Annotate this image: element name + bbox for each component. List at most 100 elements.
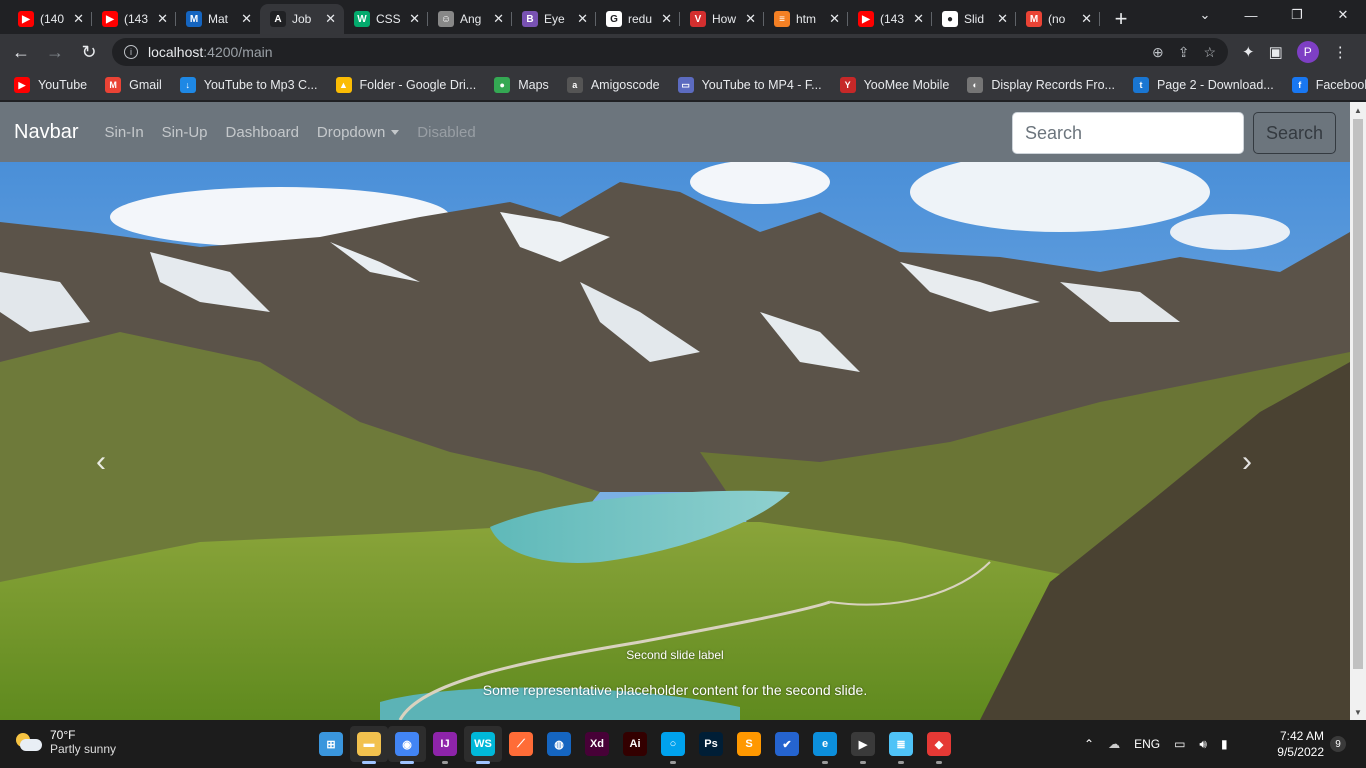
- taskbar-app[interactable]: ≣: [882, 726, 920, 764]
- bookmark-star-icon[interactable]: ☆: [1203, 44, 1216, 61]
- nav-link-sign-up[interactable]: Sin-Up: [162, 124, 208, 141]
- taskbar-app[interactable]: e: [806, 726, 844, 764]
- taskbar-app[interactable]: Ai: [616, 726, 654, 762]
- carousel-prev-button[interactable]: ‹: [86, 442, 116, 482]
- back-button[interactable]: ←: [4, 35, 38, 69]
- taskbar-app[interactable]: ✔: [768, 726, 806, 762]
- forward-button[interactable]: →: [38, 35, 72, 69]
- browser-tab[interactable]: Gredu ✕: [596, 4, 680, 34]
- nav-link-sign-in[interactable]: Sin-In: [104, 124, 143, 141]
- nav-link-dashboard[interactable]: Dashboard: [226, 124, 299, 141]
- language-indicator[interactable]: ENG: [1134, 737, 1160, 751]
- page-scrollbar[interactable]: ▲ ▼: [1350, 102, 1366, 720]
- adobe-xd-icon: Xd: [585, 732, 609, 756]
- close-tab-icon[interactable]: ✕: [493, 11, 504, 27]
- taskbar-app[interactable]: ◍: [540, 726, 578, 762]
- side-panel-icon[interactable]: ▣: [1269, 43, 1283, 61]
- close-tab-icon[interactable]: ✕: [661, 11, 672, 27]
- close-tab-icon[interactable]: ✕: [325, 11, 336, 27]
- profile-avatar[interactable]: P: [1296, 41, 1319, 63]
- close-tab-icon[interactable]: ✕: [409, 11, 420, 27]
- network-icon[interactable]: ▭: [1174, 737, 1185, 751]
- taskbar-app[interactable]: ⊞: [312, 726, 350, 762]
- browser-tab[interactable]: ≡ htm ✕: [764, 4, 848, 34]
- browser-tab[interactable]: B Eye ✕: [512, 4, 596, 34]
- app-icon: ◍: [547, 732, 571, 756]
- bookmark-item[interactable]: ▶ YouTube: [14, 77, 87, 93]
- taskbar-app[interactable]: S: [730, 726, 768, 762]
- browser-tab[interactable]: ● Slid ✕: [932, 4, 1016, 34]
- browser-tab[interactable]: ▶ (143 ✕: [848, 4, 932, 34]
- bookmark-item[interactable]: M Gmail: [105, 77, 162, 93]
- bookmark-item[interactable]: Y YooMee Mobile: [839, 77, 949, 93]
- chevron-up-icon[interactable]: ⌃: [1084, 737, 1094, 751]
- bookmark-item[interactable]: ◐ Display Records Fro...: [967, 77, 1115, 93]
- onedrive-icon[interactable]: ☁: [1108, 737, 1120, 751]
- browser-tab[interactable]: W CSS ✕: [344, 4, 428, 34]
- taskbar-app[interactable]: ◆: [920, 726, 958, 764]
- search-input[interactable]: [1012, 112, 1244, 154]
- bookmark-item[interactable]: ▲ Folder - Google Dri...: [335, 77, 476, 93]
- bookmark-item[interactable]: ▭ YouTube to MP4 - F...: [677, 77, 822, 93]
- url-host: localhost: [148, 44, 204, 60]
- site-info-icon[interactable]: i: [124, 45, 138, 59]
- battery-icon[interactable]: ▮: [1221, 737, 1228, 751]
- close-tab-icon[interactable]: ✕: [241, 11, 252, 27]
- taskbar-app[interactable]: ○: [654, 726, 692, 764]
- scroll-thumb[interactable]: [1353, 119, 1363, 669]
- restore-button[interactable]: ❐: [1274, 0, 1320, 30]
- browser-tab[interactable]: M (no ✕: [1016, 4, 1100, 34]
- share-icon[interactable]: ⇪: [1178, 44, 1190, 61]
- todo-icon: ✔: [775, 732, 799, 756]
- extensions-icon[interactable]: ✦: [1242, 43, 1255, 61]
- menu-icon[interactable]: ⋮: [1333, 43, 1348, 61]
- close-tab-icon[interactable]: ✕: [829, 11, 840, 27]
- bookmark-item[interactable]: t Page 2 - Download...: [1132, 77, 1274, 93]
- new-tab-button[interactable]: +: [1106, 4, 1136, 34]
- close-tab-icon[interactable]: ✕: [157, 11, 168, 27]
- carousel-next-button[interactable]: ›: [1232, 442, 1262, 482]
- close-tab-icon[interactable]: ✕: [73, 11, 84, 27]
- taskbar-app[interactable]: Ps: [692, 726, 730, 762]
- close-tab-icon[interactable]: ✕: [745, 11, 756, 27]
- bookmark-item[interactable]: a Amigoscode: [566, 77, 660, 93]
- taskbar-app[interactable]: ▶: [844, 726, 882, 764]
- browser-tab[interactable]: ▶ (140 ✕: [8, 4, 92, 34]
- close-tab-icon[interactable]: ✕: [1081, 11, 1092, 27]
- bookmark-label: YouTube: [38, 78, 88, 92]
- taskbar-app[interactable]: ⟋: [502, 726, 540, 762]
- browser-tab[interactable]: V How ✕: [680, 4, 764, 34]
- notification-badge[interactable]: 9: [1330, 736, 1346, 752]
- taskbar-app[interactable]: ▬: [350, 726, 388, 764]
- browser-tab[interactable]: A Job ✕: [260, 4, 344, 34]
- bookmark-item[interactable]: ● Maps: [494, 77, 549, 93]
- bookmark-item[interactable]: f Facebook: [1291, 77, 1366, 93]
- address-bar[interactable]: i localhost:4200/main ⊕ ⇪ ☆: [112, 38, 1228, 66]
- reload-button[interactable]: ↻: [72, 35, 106, 69]
- close-tab-icon[interactable]: ✕: [913, 11, 924, 27]
- nav-dropdown-toggle[interactable]: Dropdown: [317, 124, 400, 141]
- clock[interactable]: 7:42 AM 9/5/2022: [1270, 728, 1324, 760]
- close-window-button[interactable]: ✕: [1320, 0, 1366, 30]
- scroll-up-icon[interactable]: ▲: [1350, 102, 1366, 118]
- browser-tab[interactable]: ▶ (143 ✕: [92, 4, 176, 34]
- navbar-brand[interactable]: Navbar: [14, 121, 78, 144]
- tab-title: CSS: [376, 12, 401, 26]
- tab-search-icon[interactable]: ⌄: [1182, 0, 1228, 30]
- taskbar-app[interactable]: ◉: [388, 726, 426, 764]
- weather-widget[interactable]: 70°F Partly sunny: [16, 728, 116, 756]
- taskbar-app[interactable]: IJ: [426, 726, 464, 764]
- taskbar-app[interactable]: WS: [464, 726, 502, 764]
- taskbar-app[interactable]: Xd: [578, 726, 616, 762]
- volume-icon[interactable]: 🔊︎: [1199, 737, 1207, 752]
- minimize-button[interactable]: —: [1228, 0, 1274, 30]
- browser-tab[interactable]: ☺ Ang ✕: [428, 4, 512, 34]
- search-button[interactable]: Search: [1253, 112, 1336, 154]
- gmail-icon: M: [1026, 11, 1042, 27]
- zoom-icon[interactable]: ⊕: [1152, 44, 1164, 61]
- close-tab-icon[interactable]: ✕: [997, 11, 1008, 27]
- scroll-down-icon[interactable]: ▼: [1350, 704, 1366, 720]
- bookmark-item[interactable]: ↓ YouTube to Mp3 C...: [179, 77, 318, 93]
- browser-tab[interactable]: M Mat ✕: [176, 4, 260, 34]
- close-tab-icon[interactable]: ✕: [577, 11, 588, 27]
